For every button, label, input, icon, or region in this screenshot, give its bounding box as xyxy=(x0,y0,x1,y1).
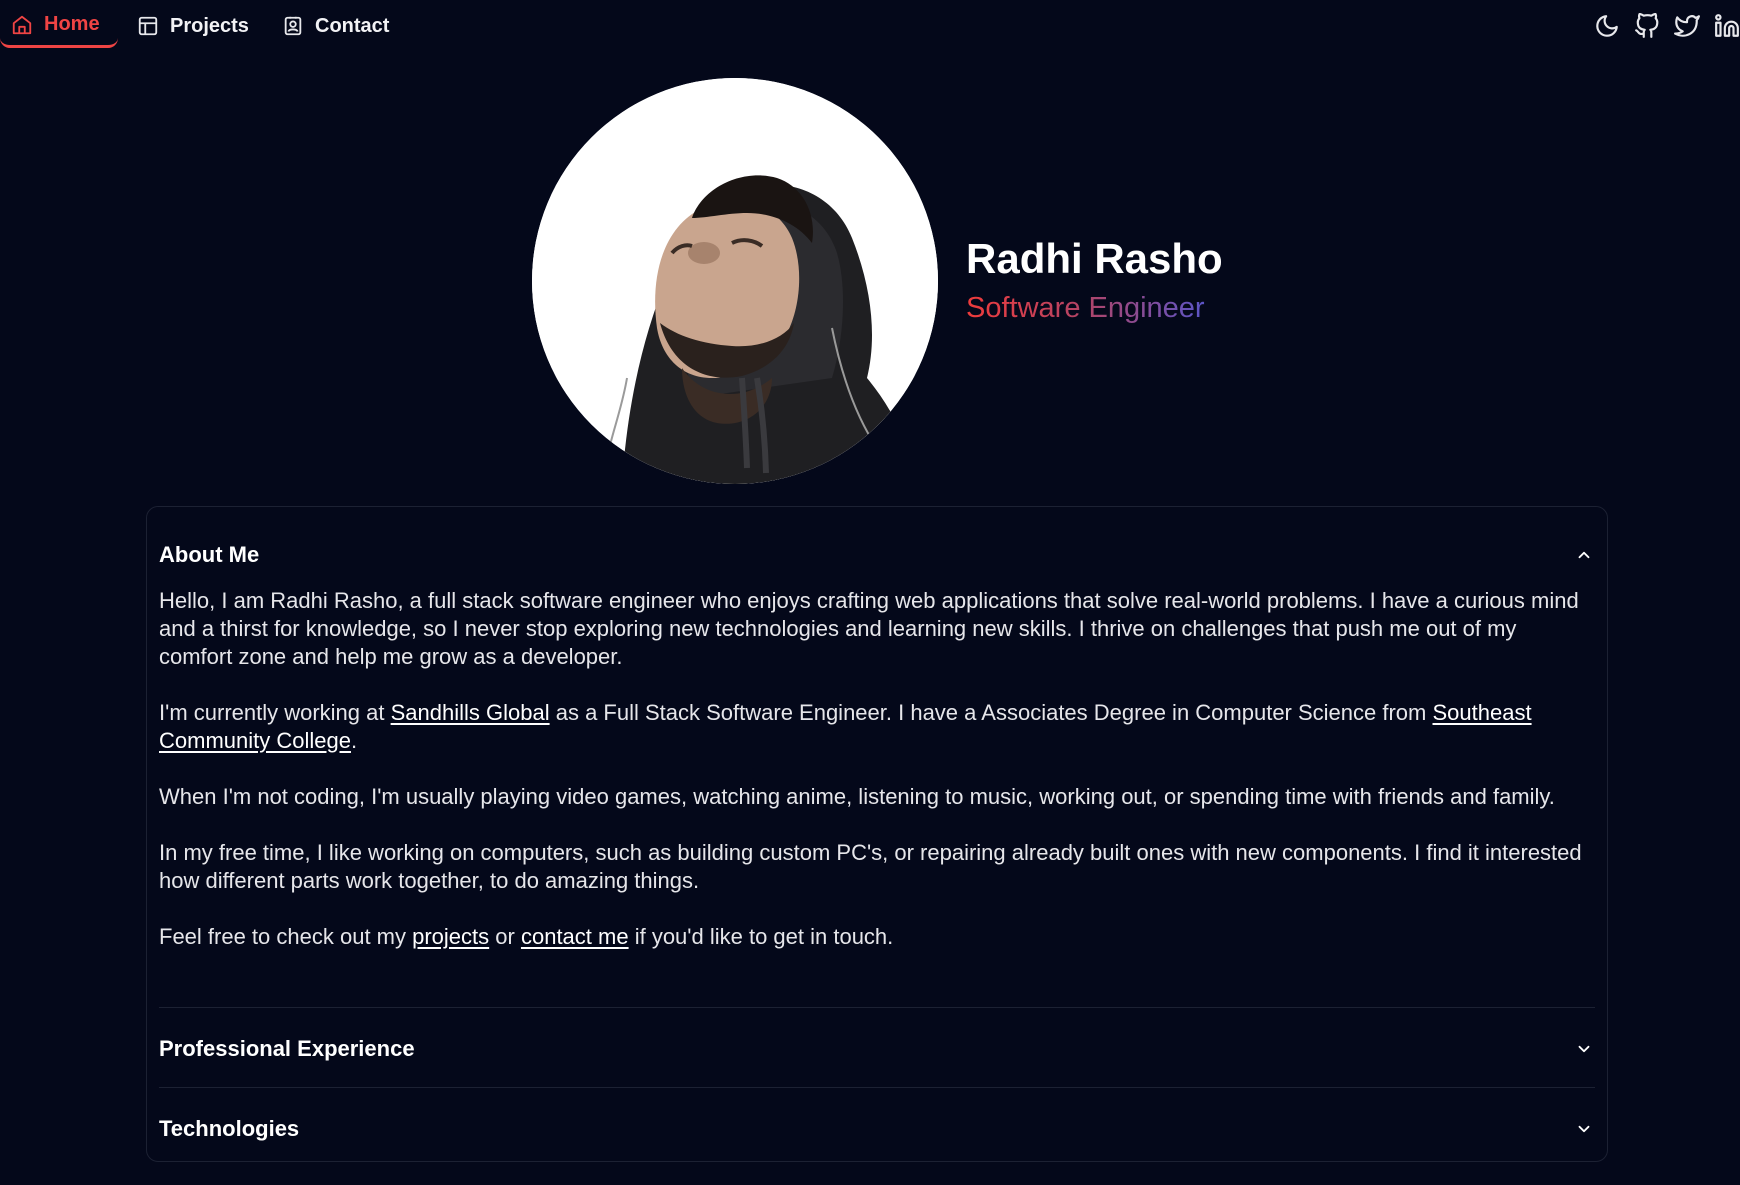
professional-experience-header[interactable]: Professional Experience xyxy=(159,1025,1595,1073)
about-paragraph-1: Hello, I am Radhi Rasho, a full stack so… xyxy=(159,588,1579,669)
nav-home[interactable]: Home xyxy=(0,4,118,48)
projects-link[interactable]: projects xyxy=(412,924,489,949)
about-p5-text-start: Feel free to check out my xyxy=(159,924,413,949)
avatar xyxy=(532,78,938,484)
about-me-header[interactable]: About Me xyxy=(159,531,1595,579)
about-p2-text-start: I'm currently working at xyxy=(159,700,391,725)
about-p5-text-end: if you'd like to get in touch. xyxy=(634,924,894,949)
nav-contact-label: Contact xyxy=(315,14,390,37)
nav-projects[interactable]: Projects xyxy=(126,4,259,48)
about-paragraph-4: In my free time, I like working on compu… xyxy=(159,840,1582,893)
nav-home-label: Home xyxy=(44,13,100,35)
technologies-title: Technologies xyxy=(159,1116,300,1141)
technologies-header[interactable]: Technologies xyxy=(159,1105,1595,1153)
avatar-photo-illustration xyxy=(532,78,938,484)
about-paragraph-5: Feel free to check out my projects or co… xyxy=(159,923,1589,951)
contact-card-icon xyxy=(281,14,305,38)
home-icon xyxy=(10,13,34,37)
about-p2-text-middle: as a Full Stack Software Engineer. I hav… xyxy=(555,700,1433,725)
sandhills-global-link[interactable]: Sandhills Global xyxy=(391,700,550,725)
nav-projects-label: Projects xyxy=(170,14,249,37)
hero-role: Software Engineer xyxy=(966,288,1223,328)
top-navbar: Home Projects Contact xyxy=(0,0,1740,56)
accordion-divider xyxy=(159,1007,1595,1008)
about-me-title: About Me xyxy=(159,542,260,567)
about-p5-text-middle: or xyxy=(495,924,521,949)
nav-contact[interactable]: Contact xyxy=(271,4,399,48)
accordion-divider xyxy=(159,1087,1595,1088)
contact-me-link[interactable]: contact me xyxy=(521,924,629,949)
hero-name: Radhi Rasho xyxy=(966,235,1223,282)
moon-icon[interactable] xyxy=(1594,12,1620,40)
hero-text: Radhi Rasho Software Engineer xyxy=(966,232,1223,328)
nav-right-icons xyxy=(1594,12,1740,40)
github-icon[interactable] xyxy=(1634,12,1660,40)
info-accordion: About Me Hello, I am Radhi Rasho, a full… xyxy=(146,506,1608,1162)
professional-experience-title: Professional Experience xyxy=(159,1036,415,1061)
about-paragraph-2: I'm currently working at Sandhills Globa… xyxy=(159,699,1589,755)
chevron-up-icon xyxy=(1573,544,1595,566)
chevron-down-icon xyxy=(1573,1038,1595,1060)
chevron-down-icon xyxy=(1573,1118,1595,1140)
twitter-icon[interactable] xyxy=(1674,12,1700,40)
about-me-content: Hello, I am Radhi Rasho, a full stack so… xyxy=(159,587,1589,979)
about-p2-text-end: . xyxy=(350,728,358,753)
linkedin-icon[interactable] xyxy=(1714,12,1740,40)
about-paragraph-3: When I'm not coding, I'm usually playing… xyxy=(159,784,1555,809)
layout-icon xyxy=(136,14,160,38)
